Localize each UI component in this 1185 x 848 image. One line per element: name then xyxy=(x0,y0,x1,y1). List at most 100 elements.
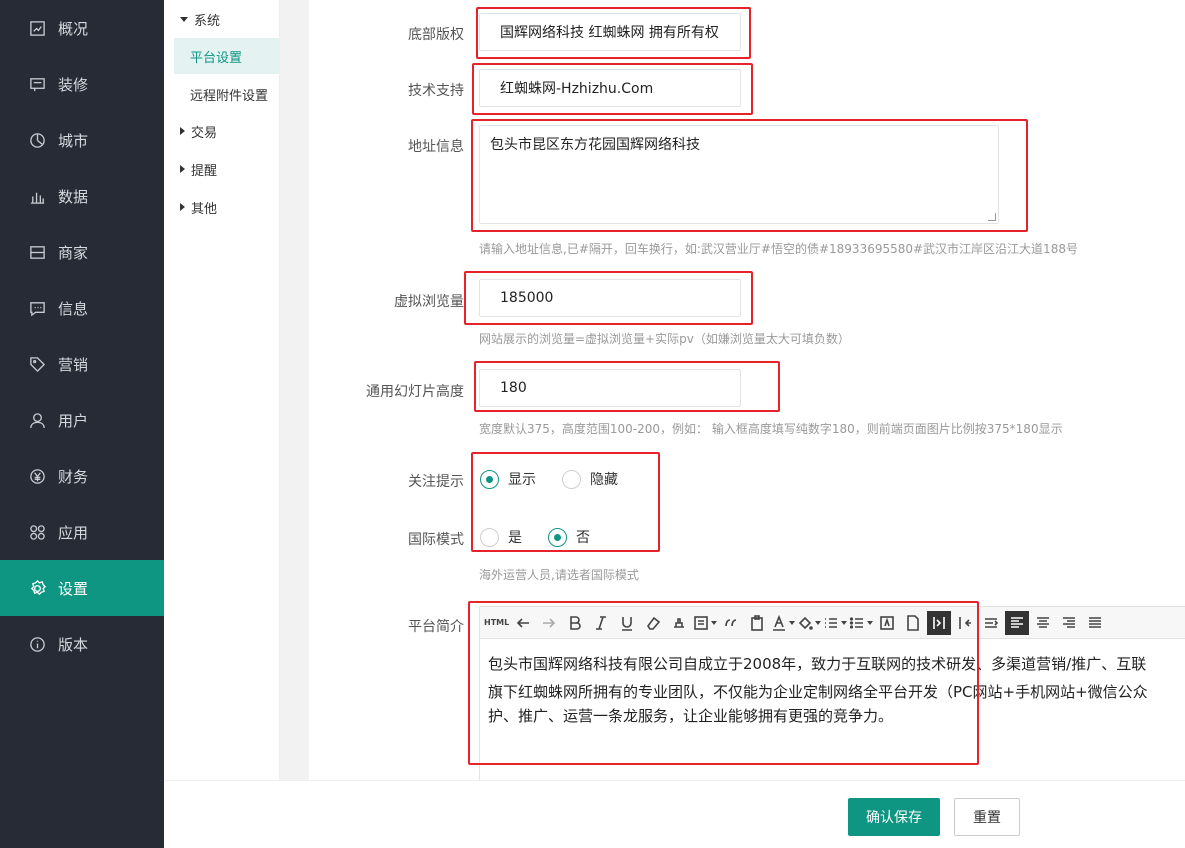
radio-unchecked-icon xyxy=(480,527,499,547)
outdent-button[interactable] xyxy=(953,611,977,635)
radio-unchecked-icon xyxy=(562,469,581,489)
sidebar-item-settings[interactable]: 设置 xyxy=(0,560,164,616)
sidebar-item-user[interactable]: 用户 xyxy=(0,392,164,448)
yen-icon xyxy=(28,467,46,485)
subnav-group-label: 提醒 xyxy=(191,163,218,179)
align-left-icon xyxy=(1011,616,1024,628)
sidebar-item-label: 信息 xyxy=(58,299,89,318)
copyright-input[interactable]: 国辉网络科技 红蜘蛛网 拥有所有权 xyxy=(479,13,741,51)
chart-icon xyxy=(28,187,46,205)
bold-icon xyxy=(570,615,581,630)
undo-button[interactable] xyxy=(511,611,535,635)
text-box-button[interactable] xyxy=(875,611,899,635)
align-right-button[interactable] xyxy=(1057,611,1081,635)
decorate-icon xyxy=(28,75,46,93)
sidebar-item-version[interactable]: 版本 xyxy=(0,616,164,672)
resize-handle-icon[interactable] xyxy=(988,213,996,221)
subnav-item-platform[interactable]: 平台设置 xyxy=(174,38,279,74)
indent-icon xyxy=(933,616,946,629)
subnav-item-remote-attachment[interactable]: 远程附件设置 xyxy=(164,76,279,112)
address-textarea[interactable]: 包头市昆区东方花园国辉网络科技 xyxy=(479,125,999,224)
support-input[interactable]: 红蜘蛛网-Hzhizhu.Com xyxy=(479,69,741,107)
address-hint: 请输入地址信息,已#隔开，回车换行，如:武汉营业厅#悟空的债#189336955… xyxy=(479,242,1078,256)
align-center-icon xyxy=(1037,616,1050,628)
font-color-button[interactable] xyxy=(771,611,796,635)
subnav-group-label: 交易 xyxy=(191,125,218,141)
subnav-group-remind[interactable]: 提醒 xyxy=(164,150,279,188)
intl-mode-label: 国际模式 xyxy=(408,532,464,548)
indent-button[interactable] xyxy=(927,610,952,635)
text-box-icon xyxy=(880,615,895,630)
follow-hide-radio[interactable]: 隐藏 xyxy=(562,469,618,489)
sidebar-item-overview[interactable]: 概况 xyxy=(0,0,164,56)
editor-content[interactable]: 包头市国辉网络科技有限公司自成立于2008年，致力于互联网的技术研发、多渠道营销… xyxy=(480,639,1185,743)
undo-icon xyxy=(517,617,530,628)
paste-icon xyxy=(751,614,764,631)
user-icon xyxy=(28,411,46,429)
views-input[interactable]: 185000 xyxy=(479,279,741,317)
sidebar-item-label: 装修 xyxy=(58,75,89,94)
sidebar-item-label: 应用 xyxy=(58,523,89,542)
sidebar-item-apps[interactable]: 应用 xyxy=(0,504,164,560)
align-right-icon xyxy=(1063,616,1076,628)
copyright-label: 底部版权 xyxy=(408,27,464,43)
radio-label: 是 xyxy=(508,530,522,546)
quote-button[interactable] xyxy=(719,611,743,635)
unordered-list-button[interactable] xyxy=(849,611,874,635)
paste-button[interactable] xyxy=(745,611,769,635)
settings-subnav: 系统 平台设置 远程附件设置 交易 提醒 其他 xyxy=(164,0,280,848)
italic-button[interactable] xyxy=(589,611,613,635)
sidebar-item-store[interactable]: 商家 xyxy=(0,224,164,280)
follow-show-radio[interactable]: 显示 xyxy=(480,469,536,489)
redo-button[interactable] xyxy=(537,611,561,635)
page-button[interactable] xyxy=(901,611,925,635)
subnav-group-trade[interactable]: 交易 xyxy=(164,112,279,150)
underline-button[interactable] xyxy=(615,611,639,635)
main-sidebar: 概况 装修 城市 数据 商家 信息 营销 用户 财务 应用 设置 版本 xyxy=(0,0,164,848)
slide-height-hint: 宽度默认375，高度范围100-200，例如： 输入框高度填写纯数字180，则前… xyxy=(479,422,1063,436)
fill-color-button[interactable] xyxy=(797,611,822,635)
sidebar-item-label: 商家 xyxy=(58,243,89,262)
bold-button[interactable] xyxy=(563,611,587,635)
align-center-button[interactable] xyxy=(1031,611,1055,635)
editor-toolbar: HTML xyxy=(480,607,1185,639)
radio-label: 否 xyxy=(576,530,590,546)
ordered-list-icon xyxy=(825,617,838,628)
subnav-group-other[interactable]: 其他 xyxy=(164,188,279,226)
ordered-list-button[interactable] xyxy=(823,611,848,635)
unordered-list-icon xyxy=(850,616,864,629)
eraser-button[interactable] xyxy=(641,611,665,635)
sidebar-item-label: 概况 xyxy=(58,19,89,38)
italic-icon xyxy=(596,615,607,630)
sidebar-item-label: 用户 xyxy=(58,411,89,430)
save-button[interactable]: 确认保存 xyxy=(848,798,940,836)
redo-icon xyxy=(543,617,556,628)
sidebar-item-decorate[interactable]: 装修 xyxy=(0,56,164,112)
sidebar-item-marketing[interactable]: 营销 xyxy=(0,336,164,392)
align-left-button[interactable] xyxy=(1005,610,1030,635)
slide-height-input[interactable]: 180 xyxy=(479,369,741,407)
stamp-button[interactable] xyxy=(667,611,691,635)
caret-right-icon xyxy=(180,127,185,135)
gear-icon xyxy=(28,579,46,597)
html-source-button[interactable]: HTML xyxy=(484,611,509,635)
views-hint: 网站展示的浏览量=虚拟浏览量+实际pv（如嫌浏览量太大可填负数） xyxy=(479,332,850,346)
overview-icon xyxy=(28,19,46,37)
sidebar-item-label: 设置 xyxy=(58,579,89,598)
subnav-group-system[interactable]: 系统 xyxy=(164,0,279,38)
intl-yes-radio[interactable]: 是 xyxy=(480,527,522,547)
intl-no-radio[interactable]: 否 xyxy=(548,527,590,547)
address-label: 地址信息 xyxy=(408,139,464,155)
page-icon xyxy=(907,614,920,631)
stamp-icon xyxy=(674,617,685,628)
sidebar-item-finance[interactable]: 财务 xyxy=(0,448,164,504)
paragraph-button[interactable] xyxy=(693,611,718,635)
reset-button[interactable]: 重置 xyxy=(954,798,1020,836)
sidebar-item-message[interactable]: 信息 xyxy=(0,280,164,336)
sidebar-item-data[interactable]: 数据 xyxy=(0,168,164,224)
direction-button[interactable] xyxy=(979,611,1003,635)
editor-paragraph: 护、推广、运营一条龙服务，让企业能够拥有更强的竞争力。 xyxy=(488,707,894,725)
sidebar-item-city[interactable]: 城市 xyxy=(0,112,164,168)
radio-label: 隐藏 xyxy=(590,472,618,488)
justify-button[interactable] xyxy=(1083,611,1107,635)
